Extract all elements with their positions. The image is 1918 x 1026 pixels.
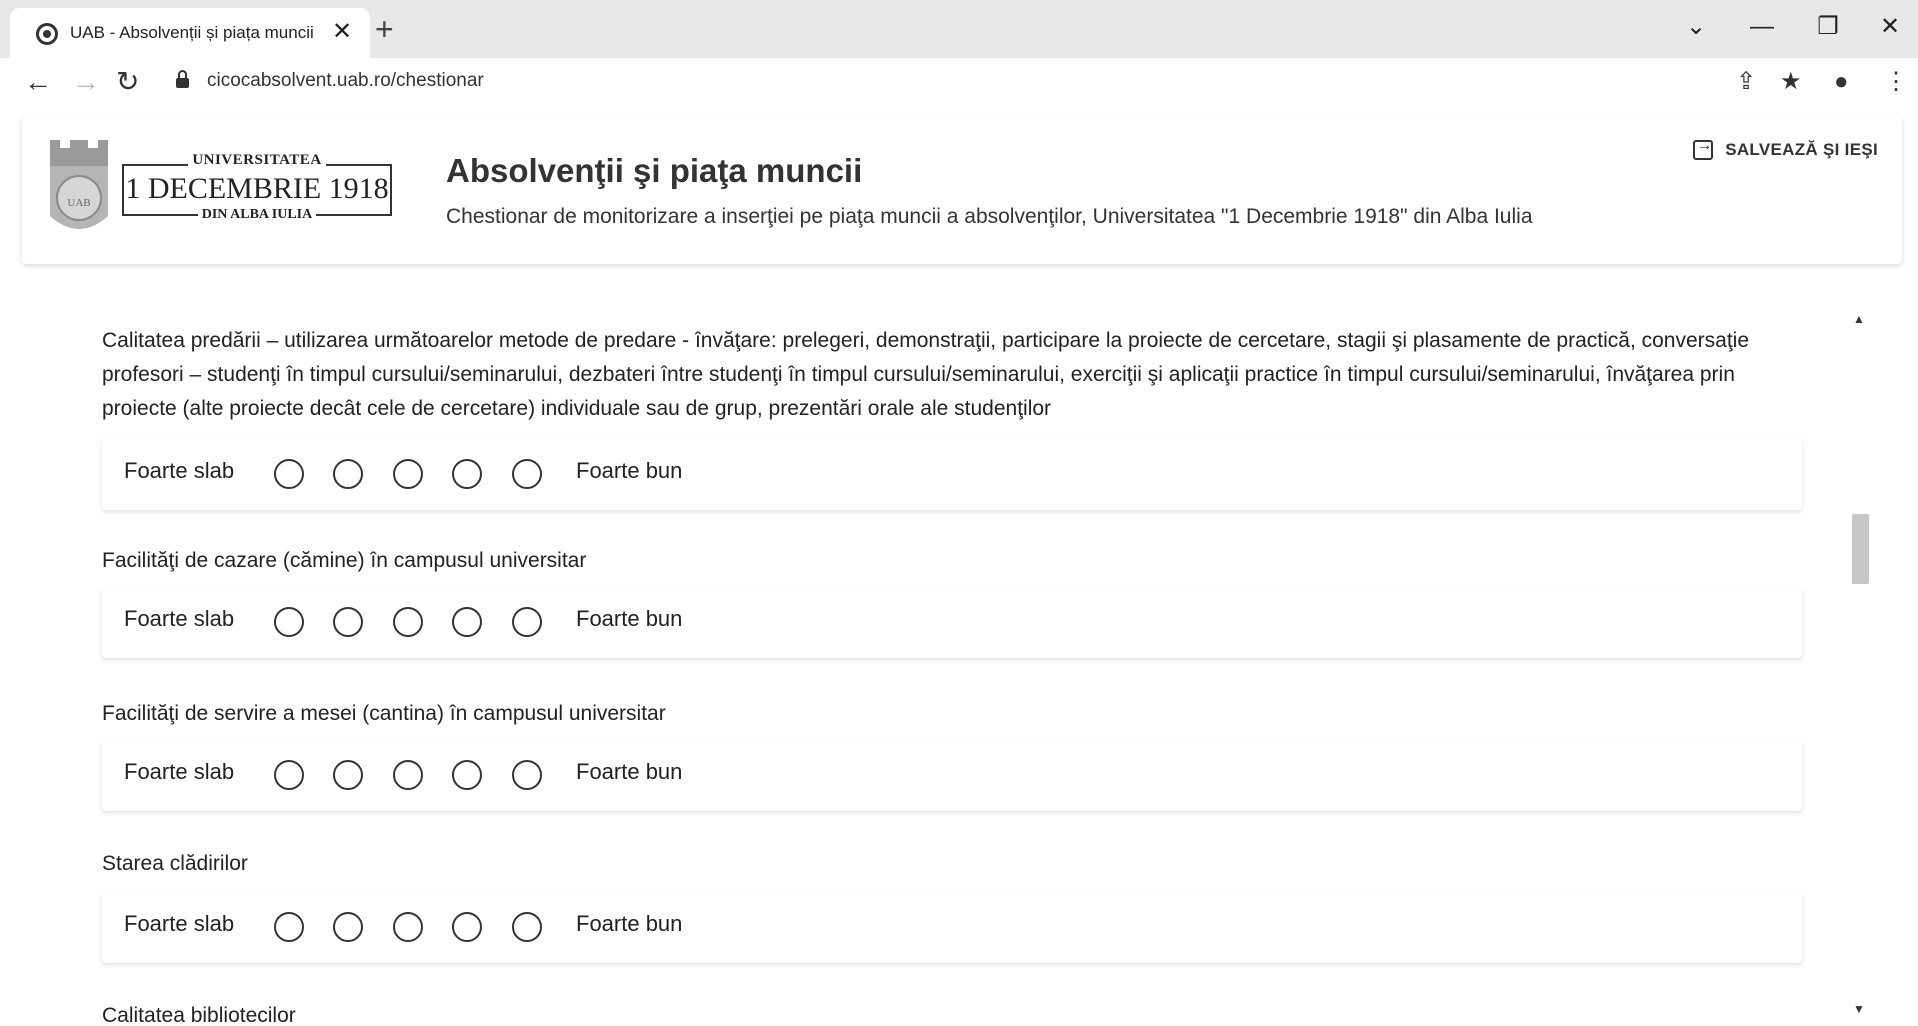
- address-bar[interactable]: cicocabsolvent.uab.ro/chestionar: [207, 70, 484, 92]
- rating-radio-5[interactable]: [512, 459, 542, 489]
- rating-radio-2[interactable]: [333, 912, 363, 942]
- rating-radio-3[interactable]: [393, 912, 423, 942]
- rating-radio-1[interactable]: [274, 459, 304, 489]
- question-item: Facilităţi de cazare (cămine) în campusu…: [102, 544, 1802, 658]
- scale-low-label: Foarte slab: [124, 458, 235, 483]
- rating-radio-4[interactable]: [452, 607, 482, 637]
- rating-scale: Foarte slab Foarte bun: [102, 891, 1802, 963]
- rating-radio-1[interactable]: [274, 760, 304, 790]
- rating-radio-2[interactable]: [333, 760, 363, 790]
- rating-radio-3[interactable]: [393, 459, 423, 489]
- logo-bottom-text: DIN ALBA IULIA: [122, 207, 392, 223]
- rating-radio-2[interactable]: [333, 459, 363, 489]
- scrollbar-thumb[interactable]: [1852, 514, 1869, 584]
- new-tab-button[interactable]: +: [375, 12, 394, 46]
- lock-icon[interactable]: [176, 70, 189, 88]
- save-and-exit-button[interactable]: SALVEAZĂ ŞI IEŞI: [1693, 137, 1878, 160]
- questionnaire-content[interactable]: Calitatea predării – utilizarea următoar…: [0, 290, 1860, 1026]
- logo-top-text: UNIVERSITATEA: [122, 152, 392, 169]
- rating-radio-3[interactable]: [393, 607, 423, 637]
- rating-radio-4[interactable]: [452, 760, 482, 790]
- university-seal-icon: UAB: [50, 140, 108, 229]
- page-title: Absolvenţii şi piaţa muncii: [446, 152, 863, 189]
- rating-radio-1[interactable]: [274, 912, 304, 942]
- question-text: Calitatea bibliotecilor: [102, 1004, 296, 1026]
- question-item: Calitatea predării – utilizarea următoar…: [102, 324, 1802, 510]
- site-favicon-icon: [36, 23, 58, 45]
- page-subtitle: Chestionar de monitorizare a inserţiei p…: [446, 205, 1533, 228]
- scale-low-label: Foarte slab: [124, 911, 235, 936]
- tab-title: UAB - Absolvenții și piața muncii: [70, 23, 314, 42]
- scale-low-label: Foarte slab: [124, 759, 235, 784]
- question-text: Facilităţi de cazare (cămine) în campusu…: [102, 549, 587, 572]
- scroll-up-arrow-icon[interactable]: ▲: [1853, 312, 1865, 326]
- rating-scale: Foarte slab Foarte bun: [102, 586, 1802, 658]
- question-text: Starea clădirilor: [102, 852, 248, 875]
- share-icon[interactable]: ⇪: [1736, 66, 1756, 98]
- rating-radio-4[interactable]: [452, 912, 482, 942]
- back-icon[interactable]: ←: [24, 66, 52, 98]
- scale-high-label: Foarte bun: [576, 911, 683, 936]
- close-window-button[interactable]: ✕: [1870, 12, 1910, 42]
- scale-high-label: Foarte bun: [576, 606, 683, 631]
- browser-tab[interactable]: UAB - Absolvenții și piața muncii ✕: [10, 8, 370, 58]
- scroll-down-arrow-icon[interactable]: ▼: [1853, 1002, 1865, 1016]
- forward-icon[interactable]: →: [72, 66, 100, 98]
- rating-radio-5[interactable]: [512, 607, 542, 637]
- question-item: Starea clădirilor Foarte slab Foarte bun: [102, 847, 1802, 963]
- scale-high-label: Foarte bun: [576, 759, 683, 784]
- tab-close-icon[interactable]: ✕: [332, 19, 352, 45]
- question-text: Facilităţi de servire a mesei (cantina) …: [102, 702, 666, 725]
- minimize-button[interactable]: —: [1742, 12, 1782, 42]
- question-text: Calitatea predării – utilizarea următoar…: [102, 329, 1750, 420]
- rating-radio-5[interactable]: [512, 760, 542, 790]
- app-header: UAB UNIVERSITATEA 1 DECEMBRIE 1918 DIN A…: [22, 116, 1902, 264]
- rating-scale: Foarte slab Foarte bun: [102, 438, 1802, 510]
- rating-radio-4[interactable]: [452, 459, 482, 489]
- browser-tab-bar: UAB - Absolvenții și piața muncii ✕ + ⌄ …: [0, 0, 1918, 58]
- scrollbar[interactable]: [1852, 290, 1872, 1026]
- question-item: Facilităţi de servire a mesei (cantina) …: [102, 697, 1802, 811]
- scale-low-label: Foarte slab: [124, 606, 235, 631]
- rating-radio-2[interactable]: [333, 607, 363, 637]
- scale-high-label: Foarte bun: [576, 458, 683, 483]
- save-and-exit-label: SALVEAZĂ ŞI IEŞI: [1725, 140, 1878, 159]
- rating-radio-5[interactable]: [512, 912, 542, 942]
- reload-icon[interactable]: ↻: [116, 66, 139, 98]
- rating-scale: Foarte slab Foarte bun: [102, 739, 1802, 811]
- rating-radio-3[interactable]: [393, 760, 423, 790]
- svg-text:UAB: UAB: [67, 197, 90, 209]
- star-icon[interactable]: ★: [1780, 66, 1802, 98]
- maximize-button[interactable]: ❐: [1808, 12, 1848, 42]
- tab-search-icon[interactable]: ⌄: [1676, 12, 1716, 42]
- browser-toolbar: ← → ↻ cicocabsolvent.uab.ro/chestionar ⇪…: [0, 58, 1918, 108]
- logo-main-text: 1 DECEMBRIE 1918: [125, 172, 389, 205]
- menu-icon[interactable]: ⋮: [1884, 66, 1908, 98]
- profile-icon[interactable]: ●: [1834, 66, 1849, 98]
- exit-icon: [1693, 137, 1714, 160]
- rating-radio-1[interactable]: [274, 607, 304, 637]
